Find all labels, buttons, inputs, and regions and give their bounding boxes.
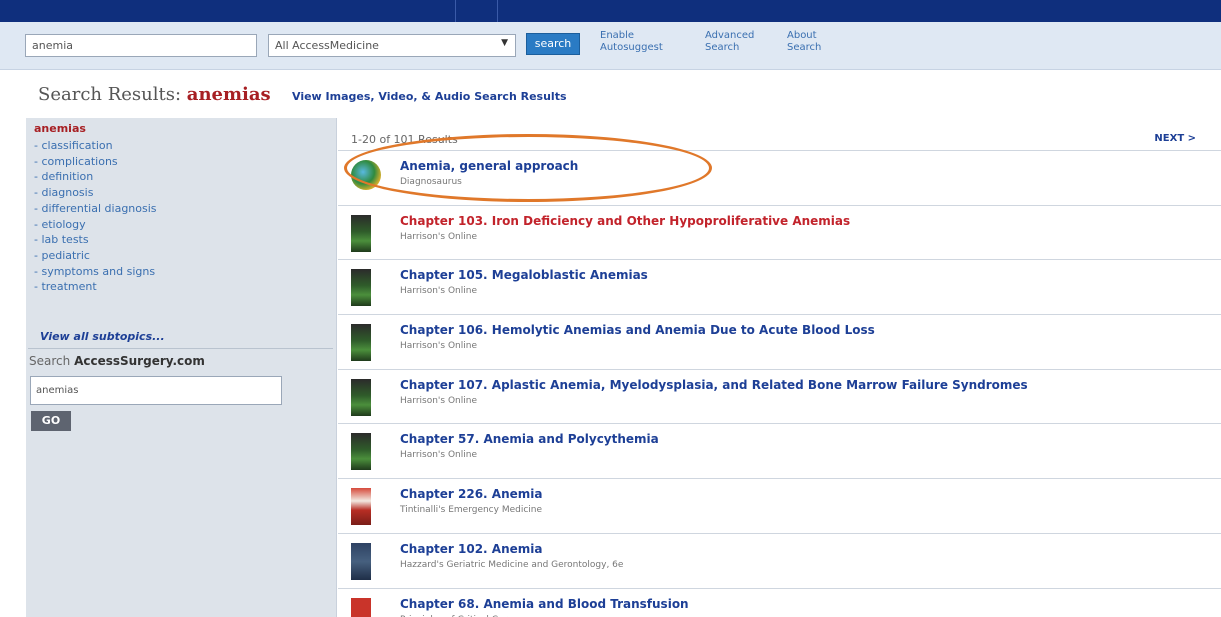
results-list: Anemia, general approach Diagnosaurus Chap…	[338, 150, 1221, 617]
subtopic-item[interactable]: - definition	[34, 169, 157, 185]
result-row: Chapter 105. Megaloblastic Anemias Harris…	[338, 259, 1221, 314]
link-line: Search	[705, 42, 740, 53]
result-source: Tintinalli's Emergency Medicine	[400, 505, 543, 516]
sidebar-divider	[28, 348, 333, 349]
page-title-prefix: Search Results:	[38, 84, 182, 105]
sidebar-term[interactable]: anemias	[34, 122, 86, 135]
view-all-subtopics-link[interactable]: View all subtopics...	[40, 330, 165, 343]
green-book-thumbnail[interactable]	[351, 433, 371, 471]
subtopic-item[interactable]: - differential diagnosis	[34, 201, 157, 217]
nav-separator	[497, 0, 498, 22]
result-title-link[interactable]: Chapter 106. Hemolytic Anemias and Anemi…	[400, 323, 875, 337]
result-title-link[interactable]: Chapter 107. Aplastic Anemia, Myelodyspl…	[400, 378, 1028, 392]
subtopic-item[interactable]: - etiology	[34, 217, 157, 233]
result-title-link[interactable]: Chapter 68. Anemia and Blood Transfusion	[400, 597, 689, 611]
blue-book-thumbnail[interactable]	[351, 542, 371, 580]
link-line: About	[787, 30, 817, 41]
link-line: Enable	[600, 30, 635, 41]
result-row: Chapter 57. Anemia and Polycythemia Harri…	[338, 423, 1221, 478]
search-scope-select[interactable]: All AccessMedicine ▼	[268, 34, 516, 57]
enable-autosuggest-link[interactable]: Enable Autosuggest	[600, 30, 663, 54]
page-title: Search Results: anemias	[38, 84, 271, 105]
sidebar-search-input[interactable]	[30, 376, 282, 405]
result-row: Chapter 226. Anemia Tintinalli's Emergenc…	[338, 478, 1221, 533]
result-source: Harrison's Online	[400, 231, 477, 242]
diagnosaurus-thumbnail[interactable]	[351, 160, 381, 190]
result-title-link[interactable]: Chapter 57. Anemia and Polycythemia	[400, 432, 659, 446]
search-button[interactable]: search	[526, 33, 580, 55]
subtopic-item[interactable]: - treatment	[34, 279, 157, 295]
subtopic-list: - classification - complications - defin…	[34, 138, 157, 295]
chevron-down-icon: ▼	[501, 38, 508, 48]
green-book-thumbnail[interactable]	[351, 324, 371, 362]
result-row: Anemia, general approach Diagnosaurus	[338, 150, 1221, 205]
search-term: anemias	[186, 84, 271, 105]
sidebar-search-label-prefix: Search	[29, 354, 71, 368]
link-line: Search	[787, 42, 822, 53]
subtopics-sidebar: anemias - classification - complications…	[26, 118, 337, 617]
result-source: Harrison's Online	[400, 286, 477, 297]
result-source: Hazzard's Geriatric Medicine and Geronto…	[400, 559, 624, 570]
nav-separator	[455, 0, 456, 22]
red-book-thumbnail[interactable]	[351, 488, 371, 526]
result-row: Chapter 102. Anemia Hazzard's Geriatric M…	[338, 532, 1221, 588]
subtopic-item[interactable]: - symptoms and signs	[34, 264, 157, 280]
green-book-thumbnail[interactable]	[351, 269, 371, 307]
advanced-search-link[interactable]: Advanced Search	[705, 30, 754, 54]
media-results-link[interactable]: View Images, Video, & Audio Search Resul…	[292, 90, 567, 103]
result-source: Harrison's Online	[400, 450, 477, 461]
link-line: Advanced	[705, 30, 755, 41]
subtopic-item[interactable]: - complications	[34, 154, 157, 170]
result-source: Harrison's Online	[400, 341, 477, 352]
go-button[interactable]: GO	[31, 411, 71, 431]
result-title-link[interactable]: Chapter 226. Anemia	[400, 487, 542, 501]
next-page-link[interactable]: NEXT >	[1154, 133, 1196, 144]
sidebar-search-label: Search AccessSurgery.com	[29, 354, 205, 368]
search-scope-value: All AccessMedicine	[275, 39, 379, 52]
subtopic-item[interactable]: - lab tests	[34, 232, 157, 248]
red-cover-thumbnail[interactable]	[351, 597, 371, 617]
result-row: Chapter 103. Iron Deficiency and Other H…	[338, 204, 1221, 260]
result-title-link[interactable]: Anemia, general approach	[400, 159, 578, 173]
result-title-link[interactable]: Chapter 105. Megaloblastic Anemias	[400, 268, 648, 282]
subtopic-item[interactable]: - pediatric	[34, 248, 157, 264]
result-title-link[interactable]: Chapter 103. Iron Deficiency and Other H…	[400, 214, 850, 228]
green-book-thumbnail[interactable]	[351, 214, 371, 252]
sidebar-search-site: AccessSurgery.com	[74, 354, 205, 368]
subtopic-item[interactable]: - classification	[34, 138, 157, 154]
subtopic-item[interactable]: - diagnosis	[34, 185, 157, 201]
result-row: Chapter 68. Anemia and Blood Transfusion…	[338, 587, 1221, 617]
result-row: Chapter 107. Aplastic Anemia, Myelodyspl…	[338, 368, 1221, 424]
top-nav-bar	[0, 0, 1221, 22]
result-source: Harrison's Online	[400, 395, 477, 406]
about-search-link[interactable]: About Search	[787, 30, 821, 54]
results-panel: 1-20 of 101 Results NEXT > Anemia, gener…	[338, 118, 1221, 617]
result-source: Diagnosaurus	[400, 177, 462, 187]
link-line: Autosuggest	[600, 42, 663, 53]
search-bar: All AccessMedicine ▼ search Enable Autos…	[0, 22, 1221, 70]
green-book-thumbnail[interactable]	[351, 378, 371, 416]
result-title-link[interactable]: Chapter 102. Anemia	[400, 542, 542, 556]
result-row: Chapter 106. Hemolytic Anemias and Anemi…	[338, 314, 1221, 369]
results-count: 1-20 of 101 Results	[351, 133, 458, 146]
search-input[interactable]	[25, 34, 257, 57]
